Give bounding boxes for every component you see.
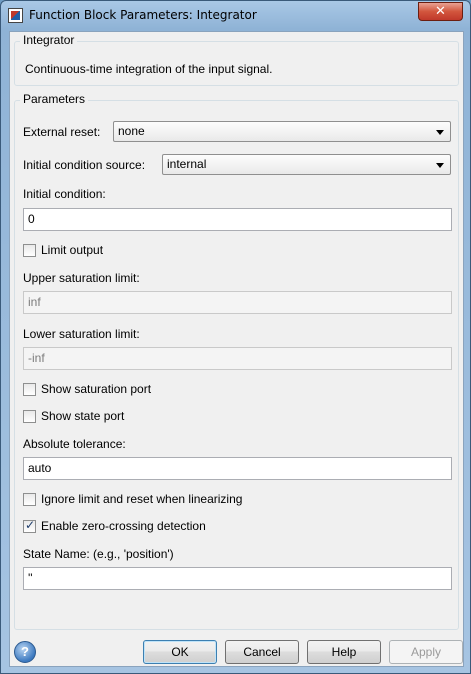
dialog-window: Function Block Parameters: Integrator ✕ … <box>0 0 471 674</box>
initial-condition-label: Initial condition: <box>23 187 106 201</box>
simulink-app-icon <box>8 8 23 23</box>
external-reset-value: none <box>118 124 145 138</box>
chevron-down-icon <box>436 130 444 135</box>
upper-limit-label: Upper saturation limit: <box>23 271 140 285</box>
block-description: Continuous-time integration of the input… <box>25 62 273 76</box>
ic-source-value: internal <box>167 157 207 171</box>
apply-button[interactable]: Apply <box>389 640 463 664</box>
show-sat-port-checkbox[interactable] <box>23 383 36 396</box>
abs-tol-field[interactable]: auto <box>23 457 452 480</box>
parameters-group: Parameters External reset: none Initial … <box>14 92 459 630</box>
cancel-button[interactable]: Cancel <box>225 640 299 664</box>
help-button[interactable]: Help <box>307 640 381 664</box>
dialog-body: Integrator Continuous-time integration o… <box>9 31 464 667</box>
ok-button[interactable]: OK <box>143 640 217 664</box>
state-name-field[interactable]: '' <box>23 567 452 590</box>
block-group-title: Integrator <box>20 33 78 47</box>
external-reset-label: External reset: <box>23 125 101 139</box>
block-description-group: Integrator Continuous-time integration o… <box>14 33 459 86</box>
show-state-port-checkbox[interactable] <box>23 410 36 423</box>
initial-condition-field[interactable]: 0 <box>23 208 452 231</box>
chevron-down-icon <box>436 163 444 168</box>
ignore-limit-label: Ignore limit and reset when linearizing <box>41 492 243 506</box>
state-name-label: State Name: (e.g., 'position') <box>23 547 174 561</box>
parameters-group-title: Parameters <box>20 92 89 106</box>
zero-crossing-checkbox[interactable] <box>23 518 36 533</box>
close-button[interactable]: ✕ <box>418 2 463 21</box>
upper-limit-field[interactable]: inf <box>23 291 452 314</box>
ic-source-label: Initial condition source: <box>23 158 146 172</box>
title-bar[interactable]: Function Block Parameters: Integrator ✕ <box>1 1 470 29</box>
window-title: Function Block Parameters: Integrator <box>29 8 257 22</box>
ignore-limit-checkbox[interactable] <box>23 493 36 506</box>
help-icon[interactable]: ? <box>14 641 36 663</box>
external-reset-dropdown[interactable]: none <box>113 121 451 142</box>
limit-output-checkbox[interactable] <box>23 244 36 257</box>
limit-output-label: Limit output <box>41 243 104 257</box>
show-state-port-label: Show state port <box>41 409 125 423</box>
lower-limit-field[interactable]: -inf <box>23 347 452 370</box>
zero-crossing-label: Enable zero-crossing detection <box>41 519 206 533</box>
ic-source-dropdown[interactable]: internal <box>162 154 451 175</box>
show-sat-port-label: Show saturation port <box>41 382 152 396</box>
abs-tol-label: Absolute tolerance: <box>23 437 126 451</box>
lower-limit-label: Lower saturation limit: <box>23 327 140 341</box>
